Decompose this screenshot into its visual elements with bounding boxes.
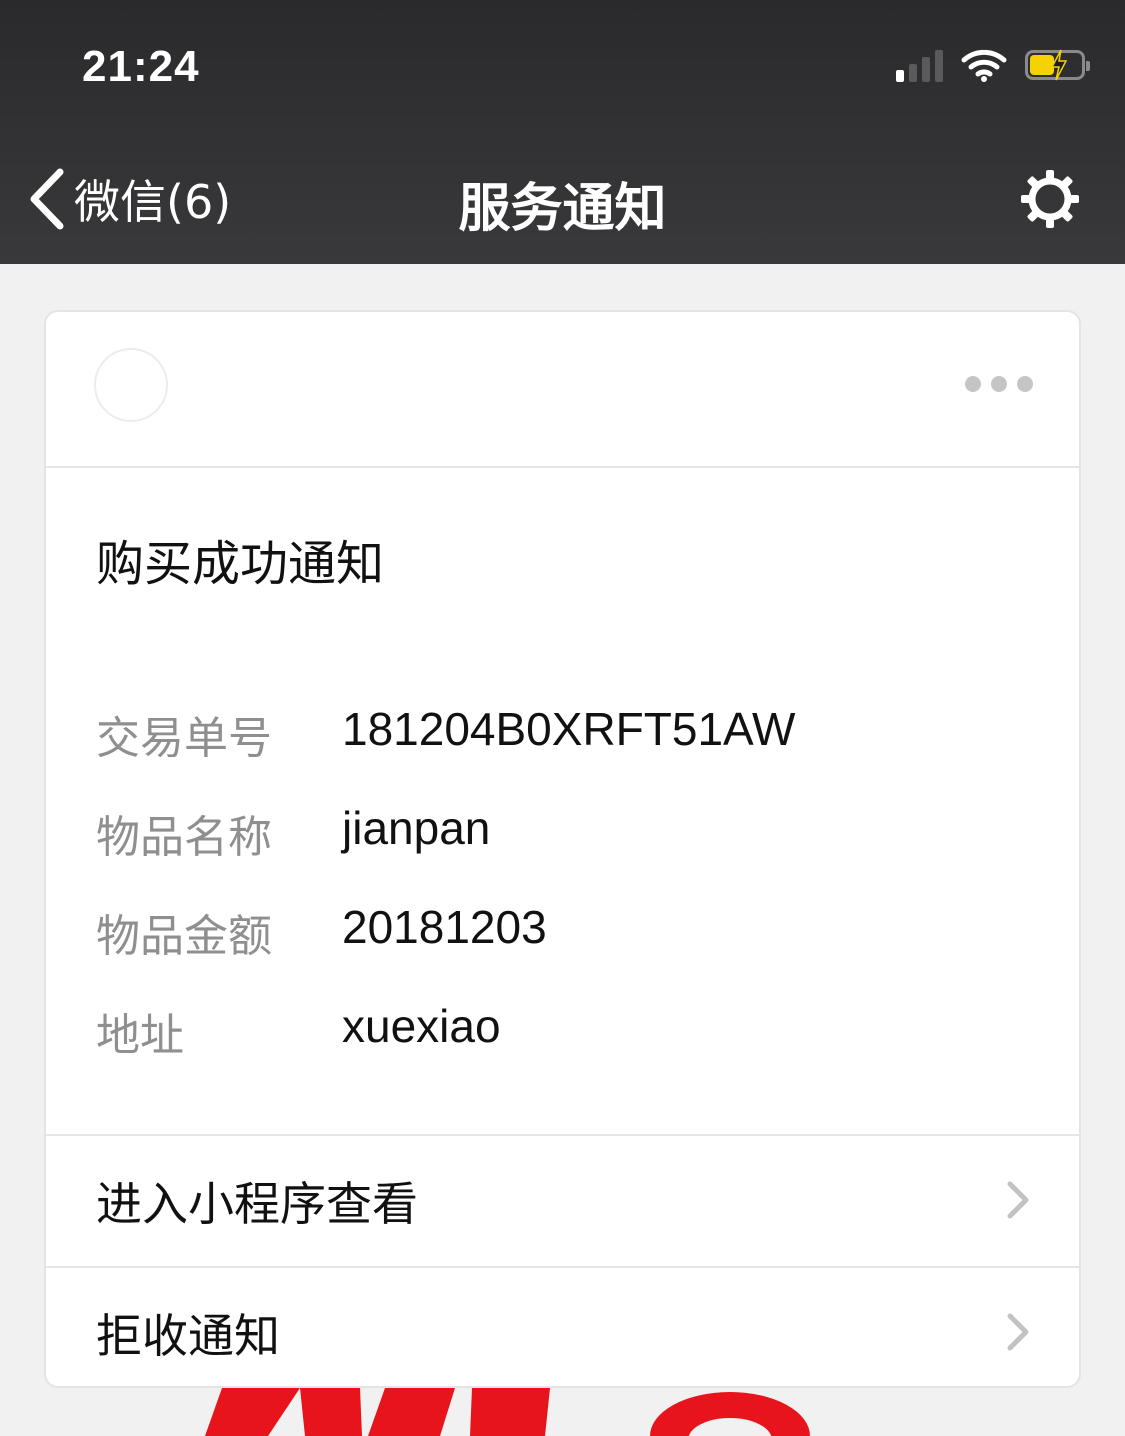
open-mini-program-button[interactable]: 进入小程序查看 (46, 1134, 1079, 1266)
field-address: 地址 xuexiao (96, 999, 501, 1063)
back-button[interactable]: 微信(6) (28, 166, 231, 232)
charging-bolt-icon (1050, 49, 1068, 81)
field-order-number: 交易单号 181204B0XRFT51AW (96, 702, 795, 766)
chevron-right-icon (1007, 1313, 1029, 1351)
field-label: 地址 (96, 1010, 184, 1061)
action-label: 进入小程序查看 (96, 1177, 418, 1231)
field-value: 181204B0XRFT51AW (342, 703, 796, 755)
reject-notification-button[interactable]: 拒收通知 (46, 1266, 1079, 1386)
notification-card: 购买成功通知 交易单号 181204B0XRFT51AW 物品名称 jianpa… (44, 310, 1081, 1388)
field-label: 交易单号 (96, 713, 272, 764)
action-label: 拒收通知 (96, 1309, 280, 1363)
background-art (205, 1388, 810, 1436)
back-label: 微信(6) (74, 175, 232, 229)
avatar (94, 348, 168, 422)
more-dots-icon[interactable] (965, 376, 1033, 392)
settings-button[interactable] (1019, 168, 1081, 234)
field-item-amount: 物品金额 20181203 (96, 900, 547, 964)
card-header (46, 312, 1079, 468)
field-value: jianpan (342, 802, 491, 854)
chevron-right-icon (1007, 1181, 1029, 1219)
notification-title: 购买成功通知 (96, 536, 385, 592)
cellular-signal-icon (896, 48, 943, 82)
status-time: 21:24 (82, 42, 200, 91)
field-label: 物品名称 (96, 812, 272, 863)
gear-icon (1021, 170, 1079, 228)
wifi-icon (961, 49, 1007, 82)
chevron-left-icon (30, 168, 64, 230)
field-value: 20181203 (342, 901, 547, 953)
battery-icon (1025, 49, 1090, 81)
field-label: 物品金额 (96, 911, 272, 962)
status-icons (896, 48, 1090, 82)
top-bar: 21:24 微信(6) 服务通知 (0, 0, 1125, 264)
field-value: xuexiao (342, 1000, 501, 1052)
field-item-name: 物品名称 jianpan (96, 801, 490, 865)
